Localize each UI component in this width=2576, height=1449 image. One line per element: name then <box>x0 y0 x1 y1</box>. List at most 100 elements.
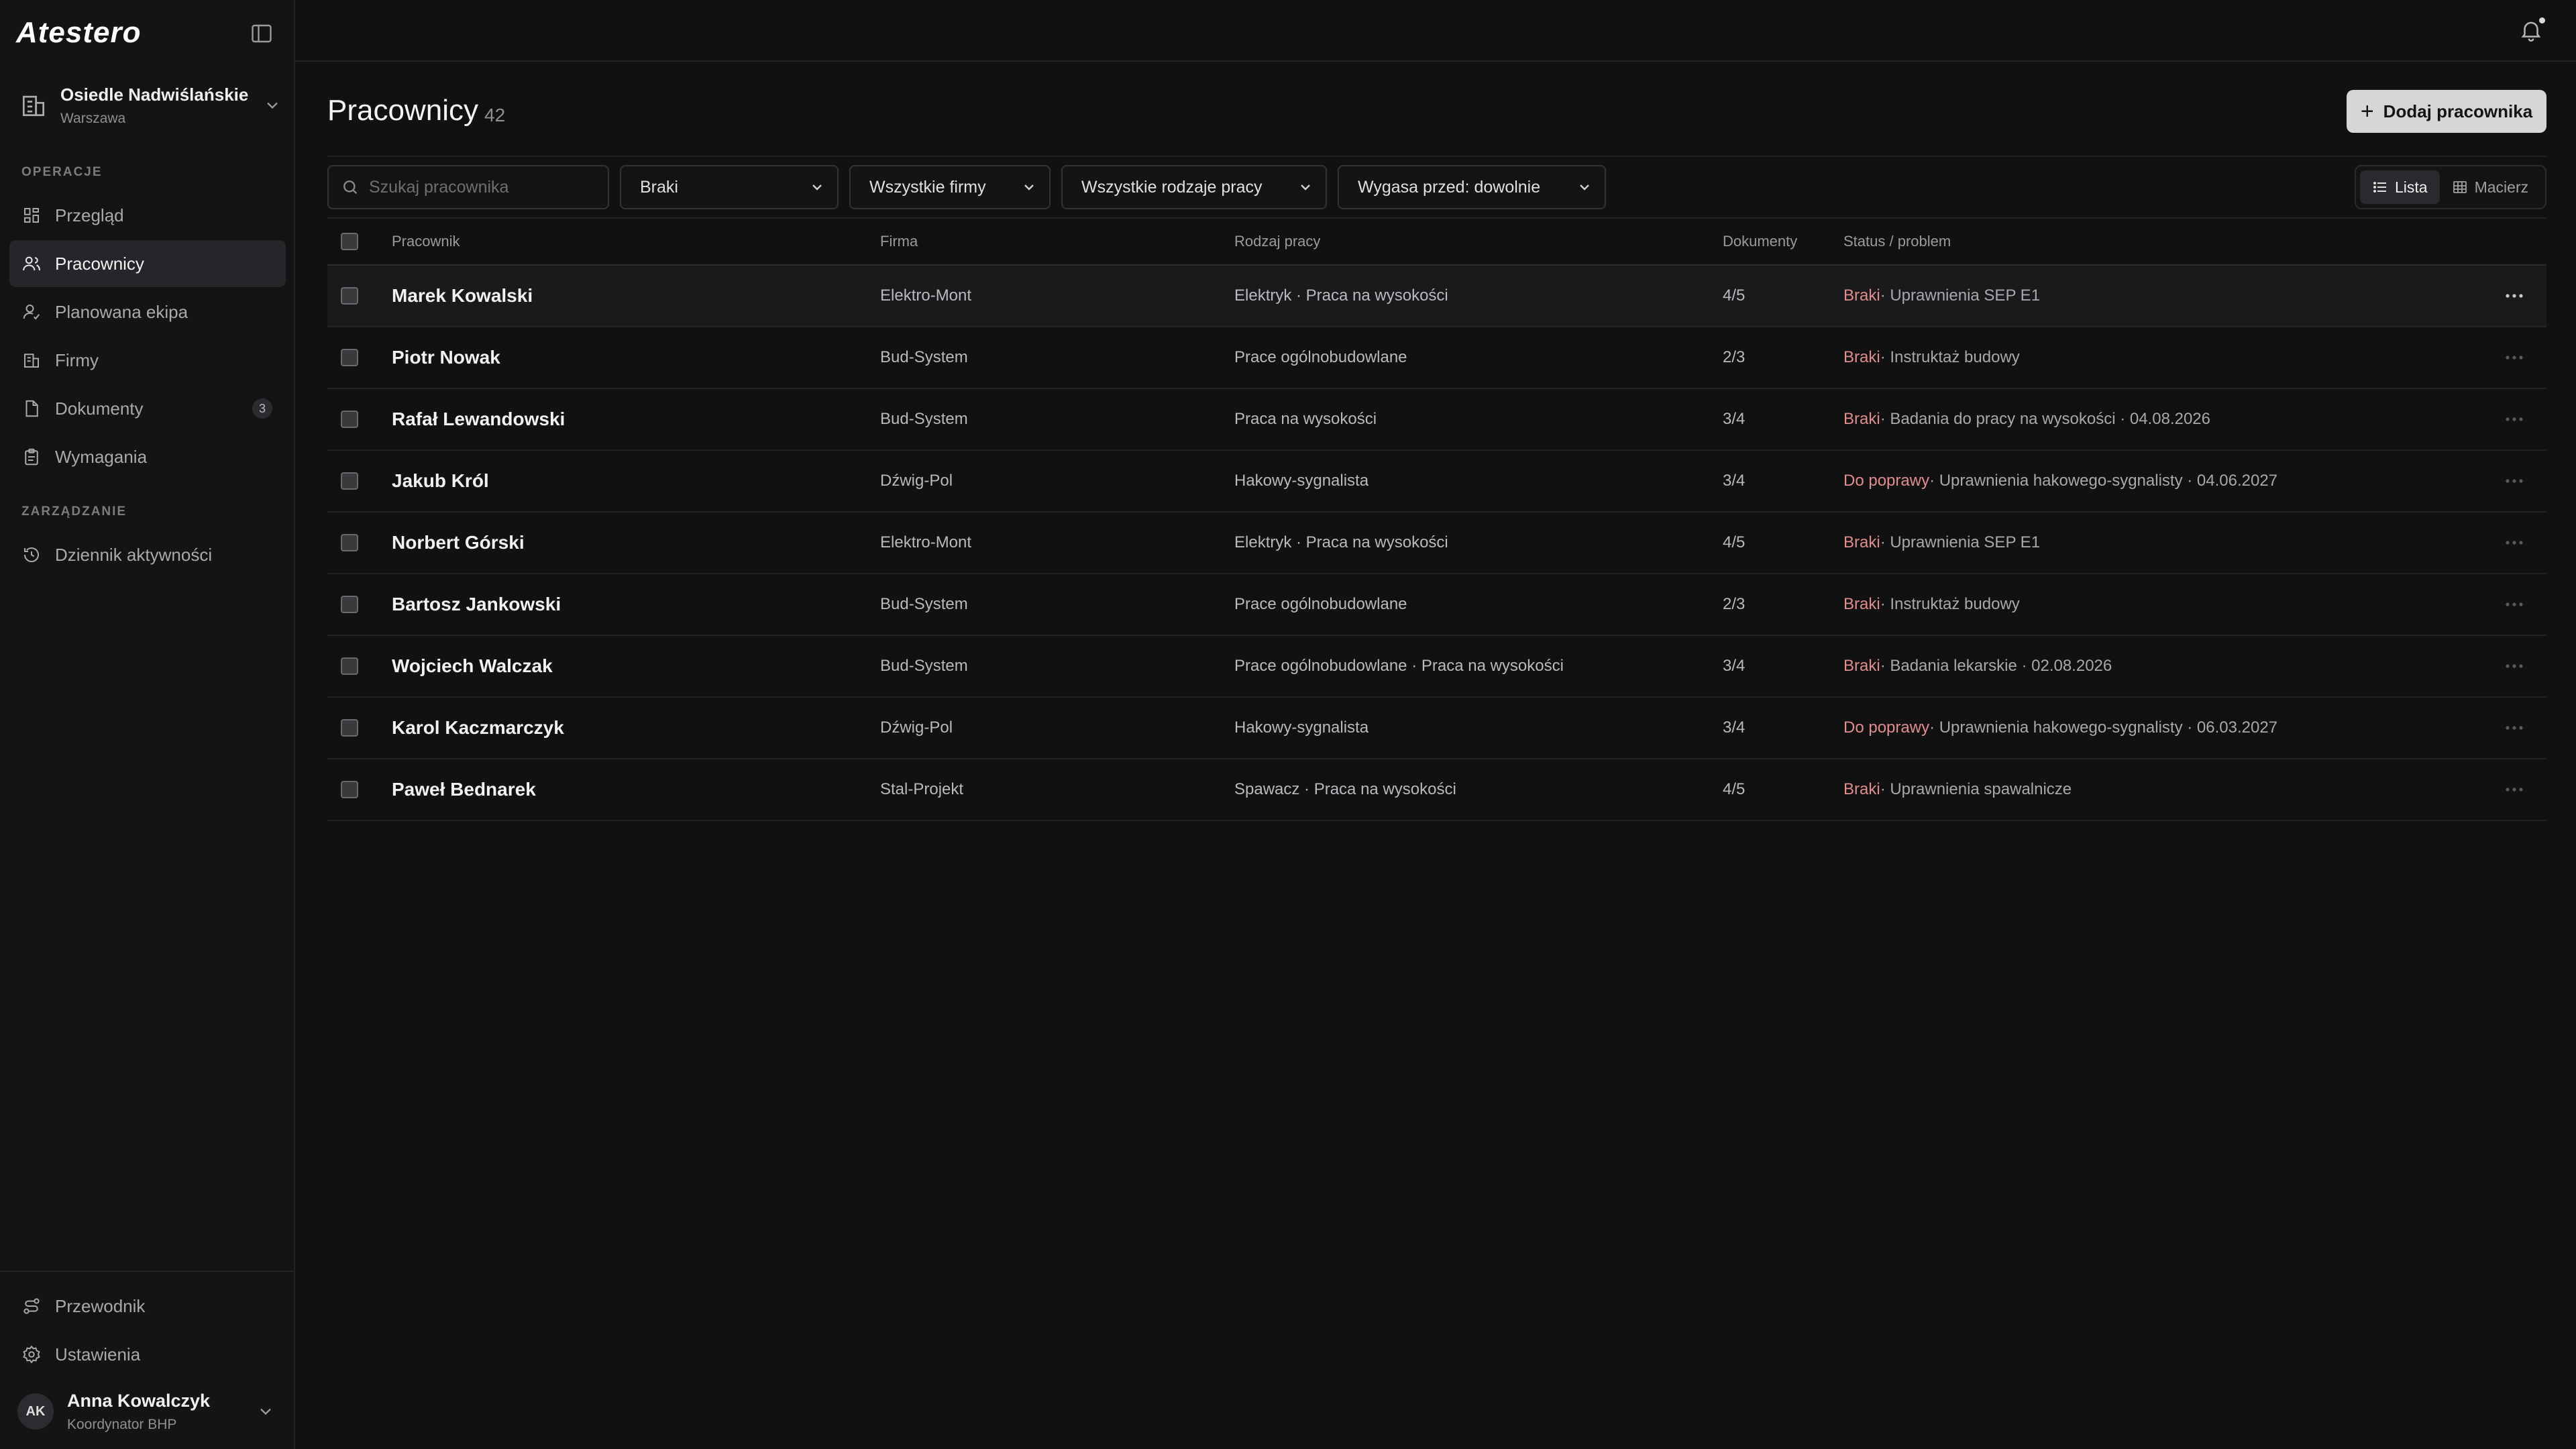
worker-status: Do poprawy· Uprawnienia hakowego-sygnali… <box>1843 472 2277 490</box>
more-options-icon[interactable] <box>2501 721 2528 735</box>
table-row[interactable]: Norbert Górski Elektro-Mont Elektryk · P… <box>327 513 2546 574</box>
topbar <box>295 0 2576 62</box>
select-all-checkbox[interactable] <box>341 233 358 250</box>
more-options-icon[interactable] <box>2501 598 2528 611</box>
firm-filter-select[interactable]: Wszystkie firmy <box>849 165 1051 209</box>
row-checkbox[interactable] <box>341 411 358 428</box>
sidebar-item-workers[interactable]: Pracownicy <box>9 240 286 287</box>
more-options-icon[interactable] <box>2501 351 2528 364</box>
status-detail: · Instruktaż budowy <box>1880 595 2020 613</box>
more-options-icon[interactable] <box>2501 536 2528 549</box>
table-row[interactable]: Rafał Lewandowski Bud-System Praca na wy… <box>327 389 2546 451</box>
sidebar-divider <box>0 1271 295 1272</box>
more-options-icon[interactable] <box>2501 783 2528 796</box>
table-row[interactable]: Marek Kowalski Elektro-Mont Elektryk · P… <box>327 266 2546 327</box>
worker-name[interactable]: Jakub Król <box>392 470 489 492</box>
workers-table: Pracownik Firma Rodzaj pracy Dokumenty S… <box>327 219 2546 821</box>
search-input[interactable] <box>368 176 585 198</box>
sidebar-item-requirements[interactable]: Wymagania <box>9 433 286 480</box>
row-checkbox[interactable] <box>341 534 358 551</box>
org-city: Warszawa <box>60 110 126 126</box>
status-filter-select[interactable]: Braki <box>620 165 839 209</box>
search-field[interactable] <box>327 165 609 209</box>
worker-work-type: Prace ogólnobudowlane · Praca na wysokoś… <box>1234 657 1564 675</box>
table-row[interactable]: Paweł Bednarek Stal-Projekt Spawacz · Pr… <box>327 759 2546 821</box>
org-switcher[interactable]: Osiedle Nadwiślańskie Warszawa <box>13 75 282 136</box>
add-worker-button[interactable]: + Dodaj pracownika <box>2347 90 2546 133</box>
sidebar-item-guide[interactable]: Przewodnik <box>9 1283 286 1330</box>
worker-work-type: Elektryk · Praca na wysokości <box>1234 286 1448 305</box>
documents-count-badge: 3 <box>252 398 272 419</box>
building-icon <box>22 95 45 117</box>
sidebar-item-label: Pracownicy <box>55 253 144 274</box>
sidebar-item-label: Wymagania <box>55 446 148 467</box>
worker-name[interactable]: Wojciech Walczak <box>392 655 553 677</box>
sidebar-item-settings[interactable]: Ustawienia <box>9 1331 286 1378</box>
row-checkbox[interactable] <box>341 781 358 798</box>
document-icon <box>25 400 38 417</box>
more-options-icon[interactable] <box>2501 474 2528 488</box>
more-options-icon[interactable] <box>2501 289 2528 303</box>
worker-status: Braki· Uprawnienia SEP E1 <box>1843 533 2040 552</box>
user-name: Anna Kowalczyk <box>67 1390 211 1411</box>
worker-name[interactable]: Piotr Nowak <box>392 347 500 368</box>
worker-work-type: Elektryk · Praca na wysokości <box>1234 533 1448 551</box>
nav-management: Dziennik aktywności <box>9 531 286 580</box>
sidebar: Atestero Osiedle Nadwiślańskie Warszawa … <box>0 0 295 1449</box>
gear-icon <box>23 1345 40 1364</box>
row-checkbox[interactable] <box>341 596 358 613</box>
view-list-button[interactable]: Lista <box>2360 170 2440 204</box>
status-detail: · Uprawnienia hakowego-sygnalisty · 06.0… <box>1929 718 2278 737</box>
sidebar-item-planned-crew[interactable]: Planowana ekipa <box>9 288 286 335</box>
table-row[interactable]: Piotr Nowak Bud-System Prace ogólnobudow… <box>327 327 2546 389</box>
header-status[interactable]: Status / problem <box>1843 233 1951 250</box>
status-detail: · Uprawnienia hakowego-sygnalisty · 04.0… <box>1929 472 2278 490</box>
more-options-icon[interactable] <box>2501 413 2528 426</box>
user-role: Koordynator BHP <box>67 1416 177 1432</box>
table-row[interactable]: Bartosz Jankowski Bud-System Prace ogóln… <box>327 574 2546 636</box>
row-checkbox[interactable] <box>341 287 358 305</box>
worker-status: Braki· Instruktaż budowy <box>1843 348 2020 367</box>
status-key: Braki <box>1843 780 1880 798</box>
header-documents[interactable]: Dokumenty <box>1723 233 1797 250</box>
search-icon <box>343 180 358 195</box>
worker-documents: 2/3 <box>1723 348 1746 366</box>
table-row[interactable]: Karol Kaczmarczyk Dźwig-Pol Hakowy-sygna… <box>327 698 2546 759</box>
sidebar-item-overview[interactable]: Przegląd <box>9 192 286 239</box>
sidebar-toggle-icon[interactable] <box>250 21 274 46</box>
notification-dot <box>2539 17 2545 23</box>
row-checkbox[interactable] <box>341 719 358 737</box>
chevron-down-icon <box>267 102 278 109</box>
worker-name[interactable]: Bartosz Jankowski <box>392 594 561 615</box>
status-key: Braki <box>1843 286 1880 305</box>
row-checkbox[interactable] <box>341 472 358 490</box>
header-work-type[interactable]: Rodzaj pracy <box>1234 233 1320 250</box>
worker-name[interactable]: Norbert Górski <box>392 532 525 553</box>
header-worker[interactable]: Pracownik <box>392 233 460 250</box>
view-matrix-button[interactable]: Macierz <box>2440 170 2541 204</box>
table-row[interactable]: Wojciech Walczak Bud-System Prace ogólno… <box>327 636 2546 698</box>
worker-work-type: Hakowy-sygnalista <box>1234 718 1369 737</box>
sidebar-item-documents[interactable]: Dokumenty 3 <box>9 385 286 432</box>
more-options-icon[interactable] <box>2501 659 2528 673</box>
chevron-down-icon <box>1024 184 1034 191</box>
row-checkbox[interactable] <box>341 657 358 675</box>
sidebar-item-activity-log[interactable]: Dziennik aktywności <box>9 531 286 578</box>
table-row[interactable]: Jakub Król Dźwig-Pol Hakowy-sygnalista 3… <box>327 451 2546 513</box>
worker-name[interactable]: Paweł Bednarek <box>392 779 536 800</box>
sidebar-item-firms[interactable]: Firmy <box>9 337 286 384</box>
worker-name[interactable]: Rafał Lewandowski <box>392 409 565 430</box>
app-logo[interactable]: Atestero <box>16 16 142 50</box>
user-menu[interactable]: AK Anna Kowalczyk Koordynator BHP <box>17 1386 282 1437</box>
worker-name[interactable]: Marek Kowalski <box>392 285 533 307</box>
worker-documents: 2/3 <box>1723 595 1746 613</box>
status-key: Braki <box>1843 348 1880 366</box>
worker-documents: 3/4 <box>1723 657 1746 675</box>
header-firm[interactable]: Firma <box>880 233 918 250</box>
worker-name[interactable]: Karol Kaczmarczyk <box>392 717 564 739</box>
work-type-filter-select[interactable]: Wszystkie rodzaje pracy <box>1061 165 1327 209</box>
expiry-filter-select[interactable]: Wygasa przed: dowolnie <box>1338 165 1606 209</box>
status-detail: · Badania lekarskie · 02.08.2026 <box>1880 657 2112 675</box>
row-checkbox[interactable] <box>341 349 358 366</box>
status-key: Braki <box>1843 533 1880 551</box>
